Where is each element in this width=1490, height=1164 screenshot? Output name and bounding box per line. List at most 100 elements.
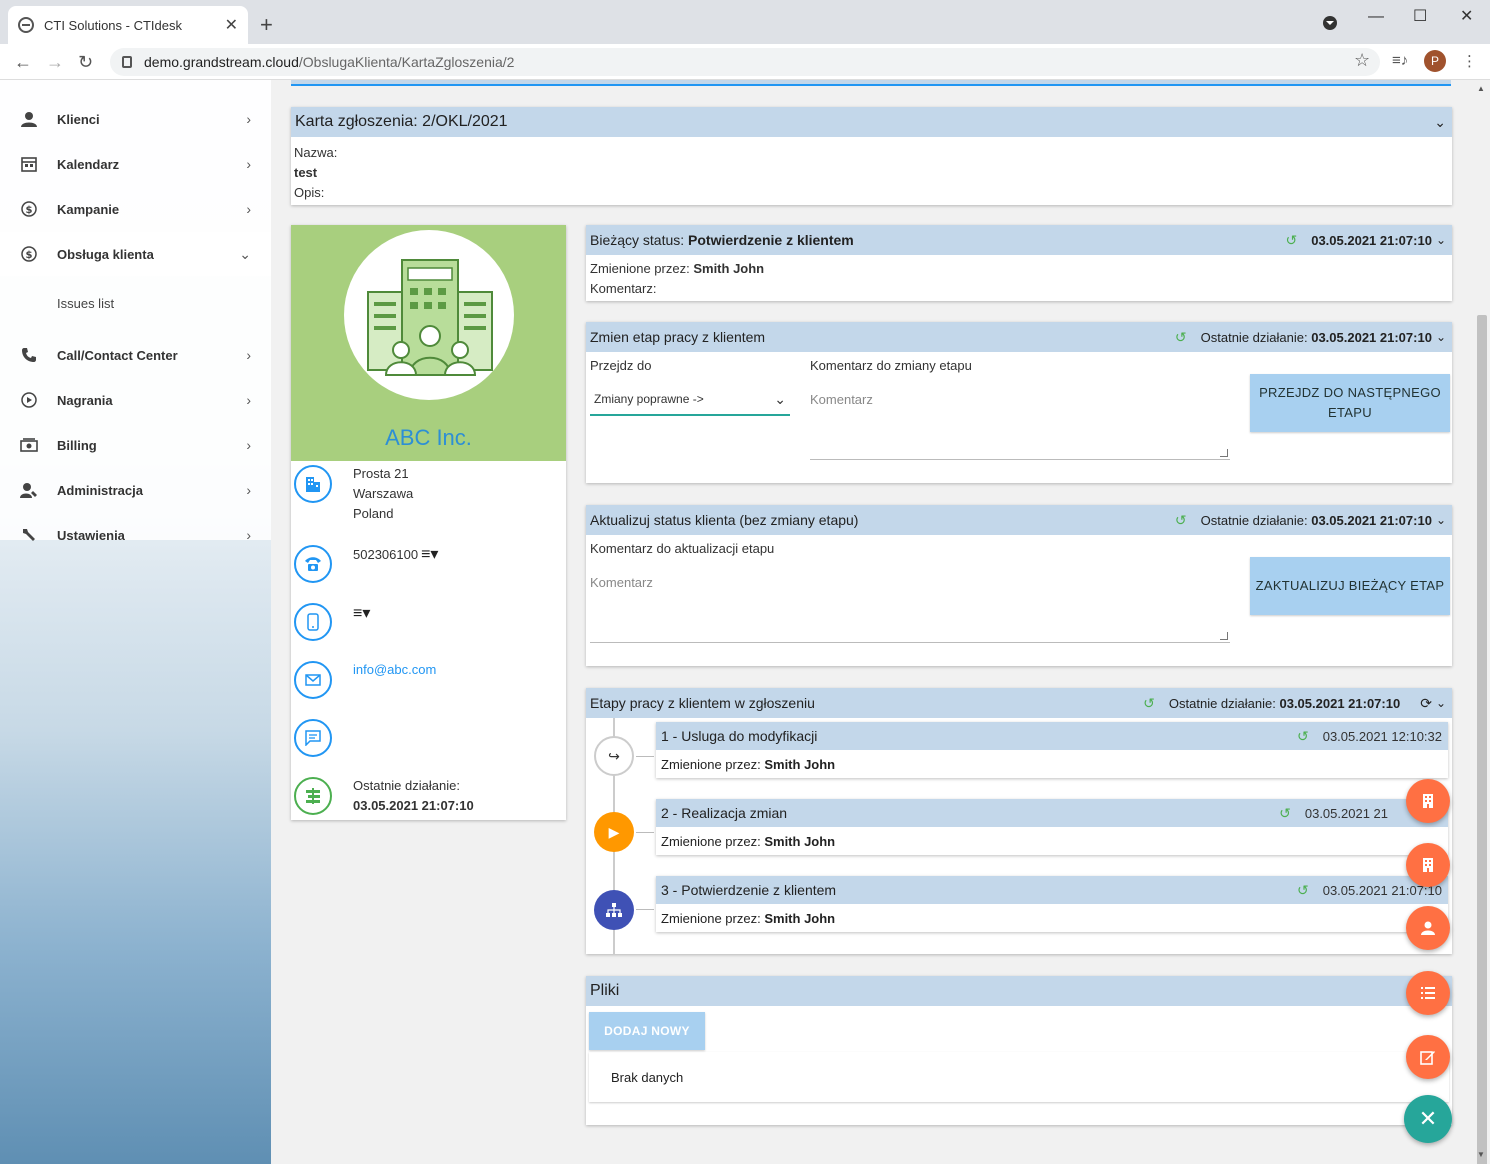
previous-section-strip	[291, 80, 1451, 86]
stage-item: 3 - Potwierdzenie z klientem ↺ 03.05.2021…	[656, 876, 1448, 932]
next-stage-button[interactable]: PRZEJDZ DO NASTĘPNEGO ETAPU	[1250, 374, 1450, 432]
mail-icon[interactable]	[294, 661, 332, 699]
chevron-right-icon: ›	[246, 111, 251, 127]
client-email[interactable]: info@abc.com	[353, 660, 436, 680]
reload-icon[interactable]: ↻	[78, 52, 93, 73]
chat-icon[interactable]	[294, 719, 332, 757]
new-tab-icon[interactable]: +	[260, 12, 273, 38]
last-action-value: 03.05.2021 21:07:10	[1279, 695, 1401, 711]
refresh-icon[interactable]: ⟳	[1420, 695, 1432, 712]
sidebar-item-nagrania[interactable]: Nagrania ›	[0, 378, 271, 422]
chevron-down-icon[interactable]: ⌄	[1436, 330, 1446, 344]
sidebar-item-klienci[interactable]: Klienci ›	[0, 97, 271, 141]
chevron-right-icon: ›	[246, 482, 251, 498]
update-stage-button[interactable]: ZAKTUALIZUJ BIEŻĄCY ETAP	[1250, 557, 1450, 615]
comment-textarea[interactable]: Komentarz	[810, 392, 1230, 460]
browser-tabbar: CTI Solutions - CTIdesk ✕ + — ☐ ✕	[0, 0, 1490, 44]
scroll-down-icon[interactable]: ▼	[1477, 1150, 1485, 1159]
avatar[interactable]: P	[1424, 50, 1446, 72]
sidebar-item-ustawienia[interactable]: Ustawienia ›	[0, 513, 271, 557]
change-stage-header[interactable]: Zmien etap pracy z klientem ↺ Ostatnie d…	[586, 322, 1452, 352]
resize-handle[interactable]	[1220, 632, 1228, 640]
menu-dropdown-icon[interactable]: ≡▾	[421, 545, 438, 565]
sitemap-icon	[594, 890, 634, 930]
changed-by-label: Zmienione przez:	[590, 261, 690, 276]
client-last-action: Ostatnie działanie: 03.05.2021 21:07:10	[353, 776, 474, 816]
client-name: ABC Inc.	[385, 425, 472, 450]
client-phone[interactable]: 502306100	[353, 545, 418, 565]
change-stage-card: Zmien etap pracy z klientem ↺ Ostatnie d…	[586, 322, 1452, 483]
fab-close-button[interactable]: ✕	[1404, 1095, 1452, 1143]
stages-header[interactable]: Etapy pracy z klientem w zgłoszeniu ↺ Os…	[586, 688, 1452, 718]
profile-menu-icon[interactable]	[1322, 15, 1338, 36]
update-status-title: Aktualizuj status klienta (bez zmiany et…	[590, 512, 859, 528]
comment-label: Komentarz do zmiany etapu	[810, 358, 972, 373]
current-status-header[interactable]: Bieżący status: Potwierdzenie z klientem…	[586, 225, 1452, 255]
scrollbar-thumb[interactable]	[1477, 315, 1487, 1164]
media-icon[interactable]: ≡♪	[1392, 52, 1408, 69]
dollar-icon: $	[20, 200, 38, 218]
scrollbar[interactable]: ▲ ▼	[1474, 80, 1490, 1164]
window-close-icon[interactable]: ✕	[1460, 6, 1473, 26]
dollar-icon: $	[20, 245, 38, 263]
add-file-button[interactable]: DODAJ NOWY	[589, 1012, 705, 1050]
sidebar-item-label: Kampanie	[57, 201, 120, 217]
fab-building-button[interactable]	[1406, 779, 1450, 823]
sidebar-item-label: Klienci	[57, 111, 100, 127]
mobile-phone-icon[interactable]	[294, 603, 332, 641]
chevron-down-icon[interactable]: ⌄	[1434, 114, 1446, 131]
empty-text: Brak danych	[611, 1069, 684, 1085]
minimize-icon[interactable]: —	[1368, 8, 1384, 26]
current-status-card: Bieżący status: Potwierdzenie z klientem…	[586, 225, 1452, 301]
fab-contact-button[interactable]	[1406, 906, 1450, 950]
menu-dropdown-icon[interactable]: ≡▾	[353, 604, 370, 624]
last-action-label: Ostatnie działanie:	[1200, 329, 1308, 345]
chevron-down-icon[interactable]: ⌄	[1436, 513, 1446, 527]
maximize-icon[interactable]: ☐	[1413, 6, 1427, 26]
stage-select[interactable]: Zmiany poprawne -> ⌄	[590, 384, 790, 416]
update-comment-label: Komentarz do aktualizacji etapu	[590, 541, 775, 556]
chevron-down-icon: ⌄	[774, 390, 786, 407]
bookmark-star-icon[interactable]: ☆	[1354, 50, 1370, 71]
chevron-down-icon[interactable]: ⌄	[1436, 696, 1446, 710]
update-status-header[interactable]: Aktualizuj status klienta (bez zmiany et…	[586, 505, 1452, 535]
svg-text:$: $	[26, 205, 33, 216]
user-icon	[20, 110, 38, 128]
chevron-right-icon: ›	[246, 156, 251, 172]
url-input[interactable]: demo.grandstream.cloud/ObslugaKlienta/Ka…	[110, 48, 1380, 76]
tab-title: CTI Solutions - CTIdesk	[44, 17, 182, 33]
back-icon[interactable]: ←	[14, 52, 32, 73]
calendar-icon	[20, 155, 38, 173]
sidebar-item-label: Nagrania	[57, 392, 113, 408]
kebab-menu-icon[interactable]: ⋮	[1462, 52, 1477, 70]
forward-icon[interactable]: →	[46, 52, 64, 73]
telephone-icon[interactable]	[294, 545, 332, 583]
sidebar-item-obsluga-klienta[interactable]: $ Obsługa klienta ⌄	[0, 232, 271, 276]
changed-by-value: Smith John	[693, 261, 765, 276]
ticket-desc-label: Opis:	[294, 185, 325, 200]
changed-by-label: Zmienione przez:	[661, 833, 761, 849]
fab-tasks-button[interactable]	[1406, 971, 1450, 1015]
scroll-up-icon[interactable]: ▲	[1477, 84, 1485, 93]
sidebar-subitem-issues-list[interactable]: Issues list	[57, 296, 114, 311]
sidebar-item-administracja[interactable]: Administracja ›	[0, 468, 271, 512]
close-icon[interactable]: ✕	[225, 15, 238, 35]
chevron-down-icon[interactable]: ⌄	[1436, 233, 1446, 247]
change-stage-title: Zmien etap pracy z klientem	[590, 329, 766, 345]
sidebar-item-call-center[interactable]: Call/Contact Center ›	[0, 333, 271, 377]
sidebar-item-kampanie[interactable]: $ Kampanie ›	[0, 187, 271, 231]
browser-tab[interactable]: CTI Solutions - CTIdesk ✕	[8, 6, 248, 44]
current-status-value: Potwierdzenie z klientem	[688, 232, 854, 248]
sidebar-item-label: Kalendarz	[57, 156, 120, 172]
resize-handle[interactable]	[1220, 449, 1228, 457]
ticket-header[interactable]: Karta zgłoszenia: 2/OKL/2021 ⌄	[291, 107, 1452, 137]
update-comment-textarea[interactable]: Komentarz	[590, 575, 1230, 643]
files-header[interactable]: Pliki	[586, 976, 1452, 1006]
sidebar-item-kalendarz[interactable]: Kalendarz ›	[0, 142, 271, 186]
phone-icon	[20, 346, 38, 364]
fab-edit-button[interactable]	[1406, 1035, 1450, 1079]
sidebar-item-label: Administracja	[57, 482, 143, 498]
sidebar-item-billing[interactable]: Billing ›	[0, 423, 271, 467]
sidebar-item-label: Billing	[57, 437, 97, 453]
fab-company-button[interactable]	[1406, 843, 1450, 887]
